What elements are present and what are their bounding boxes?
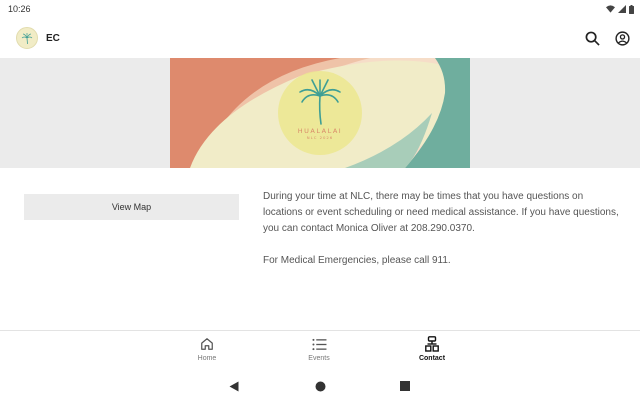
info-paragraph: During your time at NLC, there may be ti…	[263, 191, 619, 234]
app-title: EC	[46, 32, 60, 44]
app-actions	[584, 30, 630, 46]
nav-item-home[interactable]: Home	[177, 336, 237, 362]
app-bar: EC	[0, 18, 640, 58]
status-bar: 10:26	[0, 0, 640, 18]
home-icon	[200, 336, 214, 352]
back-icon[interactable]	[227, 379, 241, 393]
home-circle-icon[interactable]	[313, 379, 327, 393]
banner-subtitle: NLC 2026	[307, 135, 333, 140]
recents-icon[interactable]	[398, 379, 412, 393]
nav-item-events[interactable]: Events	[289, 336, 349, 362]
system-navigation	[0, 372, 640, 400]
status-icons	[606, 4, 634, 14]
search-icon[interactable]	[584, 30, 600, 46]
view-map-button[interactable]: View Map	[24, 194, 239, 220]
list-icon	[311, 336, 327, 352]
contact-icon	[425, 336, 439, 352]
contact-info: During your time at NLC, there may be ti…	[263, 189, 623, 269]
nav-label-home: Home	[197, 355, 217, 362]
palm-tree-logo-icon[interactable]	[16, 27, 38, 49]
event-banner-image: HUALALAI NLC 2026	[170, 58, 470, 168]
wifi-icon	[606, 5, 615, 13]
banner-title: HUALALAI	[298, 127, 342, 135]
banner-band: HUALALAI NLC 2026	[0, 58, 640, 168]
nav-label-events: Events	[308, 355, 330, 362]
signal-icon	[618, 5, 626, 13]
battery-icon	[629, 4, 634, 14]
emergency-paragraph: For Medical Emergencies, please call 911…	[263, 255, 451, 266]
nav-label-contact: Contact	[418, 355, 446, 362]
account-circle-icon[interactable]	[614, 30, 630, 46]
status-time: 10:26	[8, 4, 31, 14]
bottom-navigation: Home Events Contact	[0, 330, 640, 372]
nav-item-contact[interactable]: Contact	[402, 336, 462, 362]
